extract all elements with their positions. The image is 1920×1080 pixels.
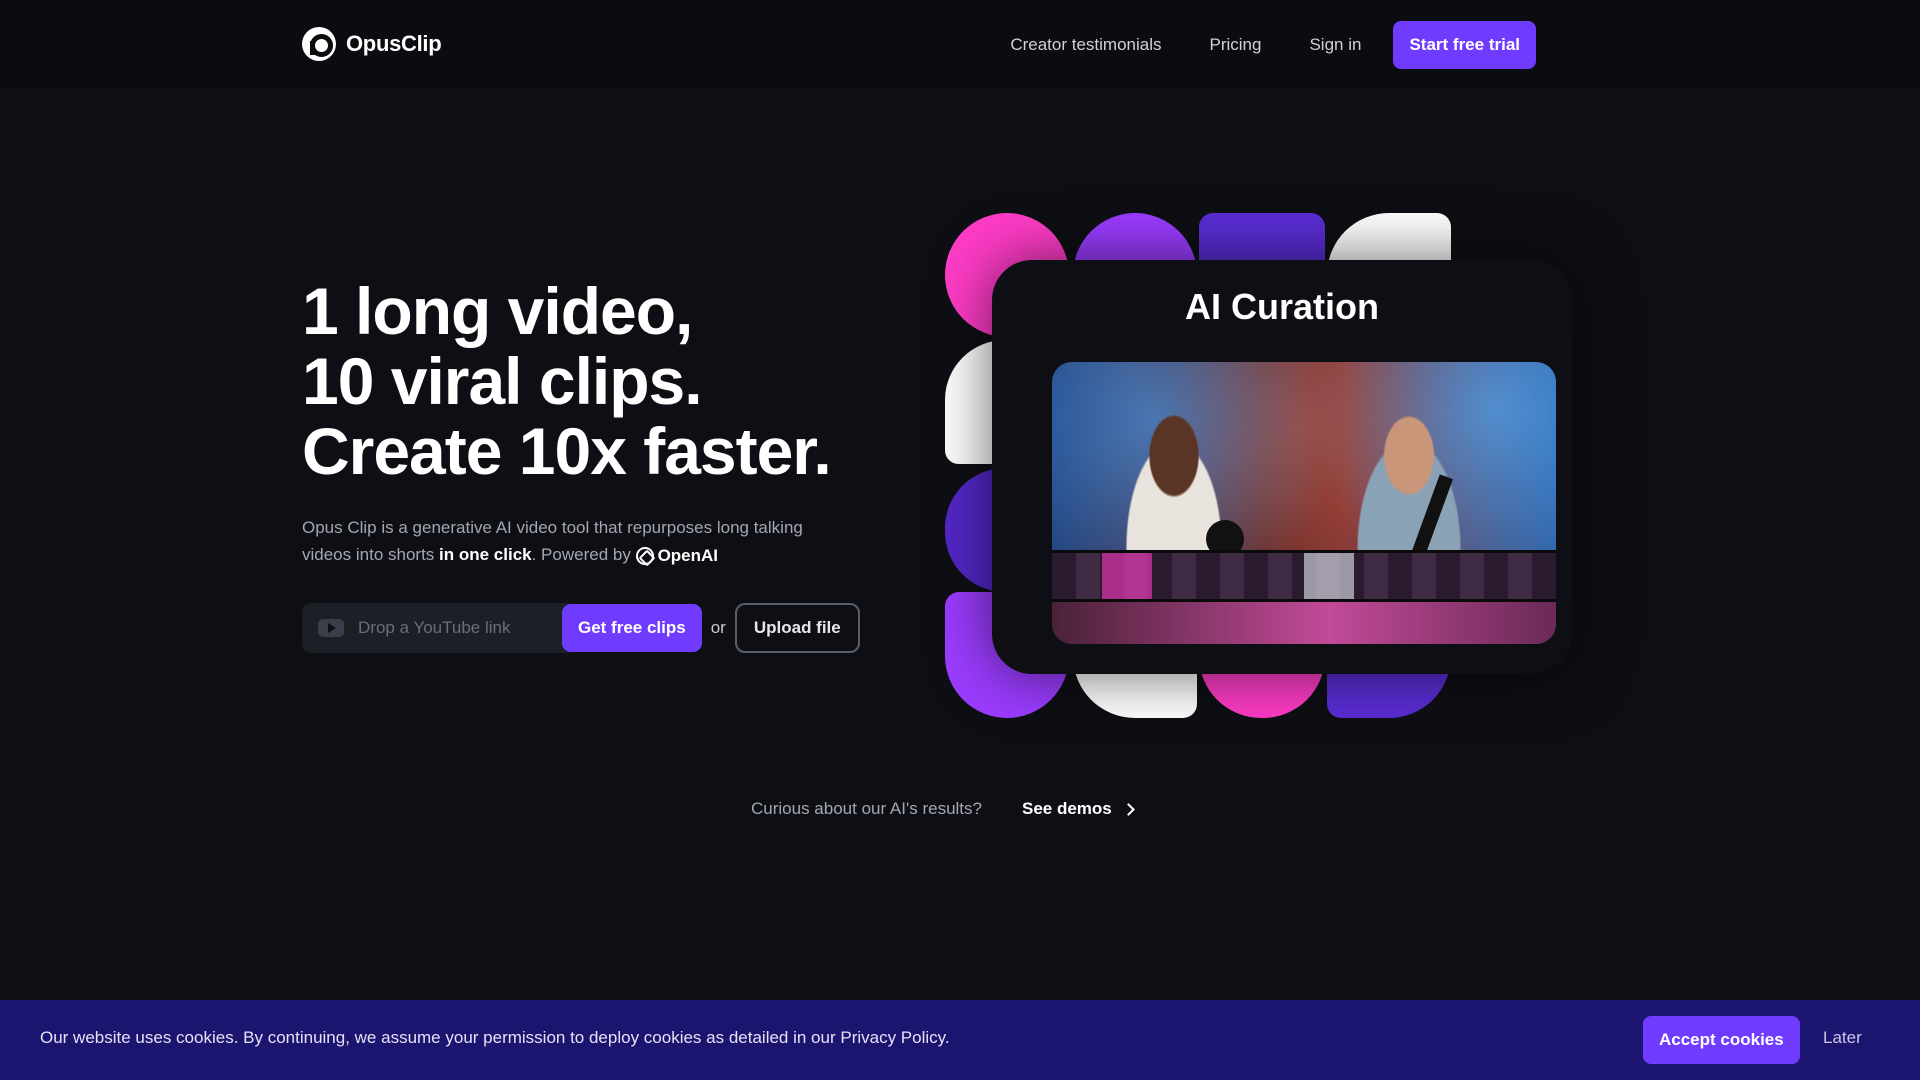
logo-text: OpusClip — [346, 31, 442, 56]
opusclip-logo-icon — [302, 27, 336, 61]
hero-visual: AI Curation — [944, 212, 1572, 722]
card-title: AI Curation — [1185, 286, 1379, 327]
get-free-clips-button[interactable]: Get free clips — [562, 604, 702, 652]
ai-curation-card: AI Curation — [992, 260, 1572, 674]
video-person — [1344, 412, 1474, 557]
upload-file-button[interactable]: Upload file — [734, 603, 860, 653]
hero-desc-bold: in one click — [439, 545, 532, 564]
nav-links: Creator testimonials Pricing Sign in Sta… — [1010, 21, 1536, 69]
timeline-highlight — [1102, 553, 1152, 599]
demo-video[interactable] — [1052, 362, 1556, 644]
hero-title-line-2: 10 viral clips. — [302, 344, 703, 418]
openai-badge: OpenAI — [635, 542, 719, 569]
see-demos-link[interactable]: See demos — [1021, 799, 1135, 819]
clip-cta-row: Get free clips or Upload file — [302, 603, 860, 653]
demos-question: Curious about our AI's results? — [751, 799, 982, 818]
logo[interactable]: OpusClip — [302, 26, 442, 62]
nav-link-pricing[interactable]: Pricing — [1210, 35, 1262, 55]
youtube-icon — [318, 619, 344, 637]
see-demos-label: See demos — [1021, 799, 1112, 818]
accept-cookies-button[interactable]: Accept cookies — [1643, 1016, 1800, 1064]
hero-desc-powered: . Powered by — [531, 545, 636, 564]
hero-title-line-3: Create 10x faster. — [302, 414, 832, 488]
demos-row: Curious about our AI's results? See demo… — [751, 796, 1135, 822]
chevron-right-icon — [1121, 802, 1135, 816]
openai-label: OpenAI — [657, 546, 719, 566]
video-table — [1052, 602, 1556, 644]
later-button[interactable]: Later — [1823, 1028, 1862, 1048]
hero-title-line-1: 1 long video, — [302, 274, 693, 348]
youtube-link-input[interactable] — [358, 618, 558, 638]
cookie-message: Our website uses cookies. By continuing,… — [40, 1028, 950, 1047]
timeline-highlight — [1304, 553, 1354, 599]
hero-description: Opus Clip is a generative AI video tool … — [302, 514, 842, 569]
youtube-link-field[interactable] — [302, 603, 570, 653]
cookie-banner: Our website uses cookies. By continuing,… — [0, 1000, 1920, 1080]
hero-title: 1 long video, 10 viral clips. Create 10x… — [302, 276, 922, 486]
start-free-trial-button[interactable]: Start free trial — [1393, 21, 1536, 69]
or-separator: or — [710, 618, 726, 637]
nav-link-creator-testimonials[interactable]: Creator testimonials — [1010, 35, 1161, 55]
timeline-filmstrip — [1052, 550, 1556, 602]
openai-icon — [635, 546, 654, 565]
top-nav: OpusClip Creator testimonials Pricing Si… — [0, 0, 1920, 88]
nav-link-sign-in[interactable]: Sign in — [1309, 35, 1361, 55]
